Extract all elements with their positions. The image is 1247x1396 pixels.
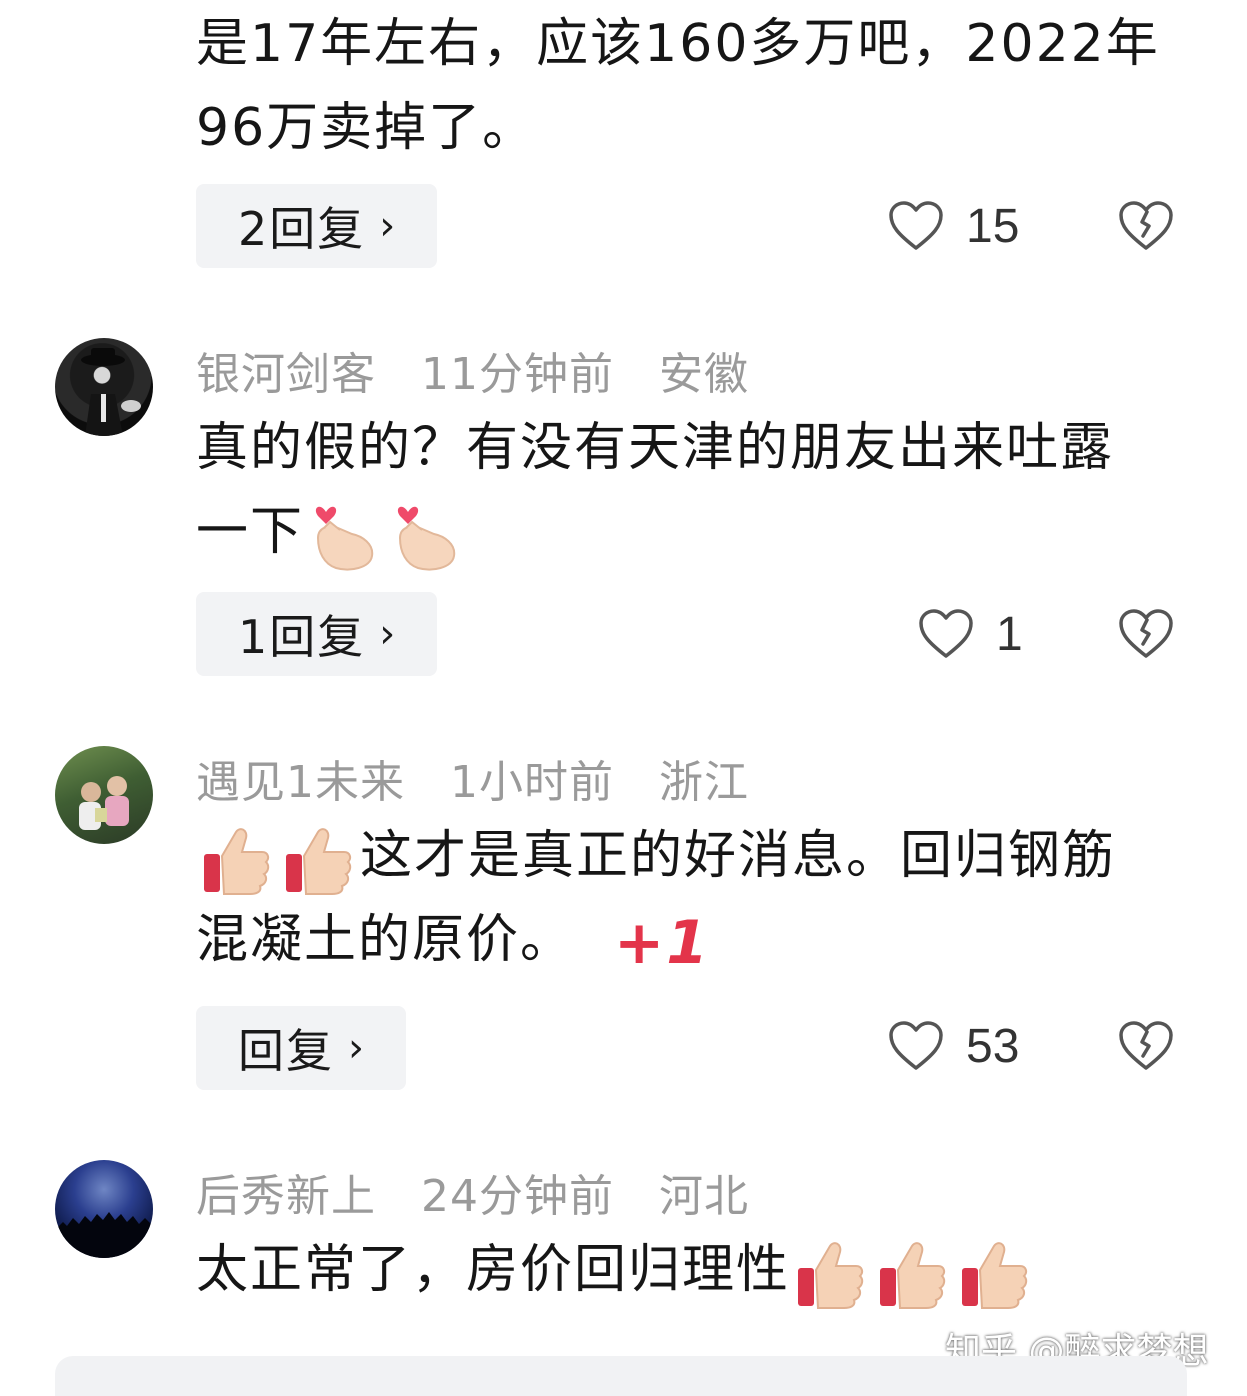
- comment-meta: 银河剑客 11分钟前 安徽: [196, 338, 779, 402]
- chevron-right-icon: ›: [379, 611, 398, 657]
- plus-one-sticker: +1: [614, 908, 711, 978]
- avatar-image: [81, 348, 141, 436]
- like-button[interactable]: 15: [888, 184, 1019, 268]
- location: 浙江: [659, 757, 749, 808]
- avatar[interactable]: [55, 746, 153, 844]
- avatar-image: [55, 1212, 153, 1258]
- like-count: 1: [996, 607, 1023, 661]
- reply-label: 2回复: [238, 202, 366, 256]
- reply-button[interactable]: 回复 ›: [196, 1006, 406, 1090]
- heart-icon: [919, 609, 973, 658]
- comment-text-line: 混凝土的原价。: [196, 910, 575, 970]
- chevron-right-icon: ›: [379, 203, 398, 249]
- reply-label: 回复: [238, 1024, 334, 1078]
- heart-icon: [889, 1021, 943, 1070]
- comment-text: 太正常了，房价回归理性: [196, 1228, 1186, 1312]
- location: 安徽: [659, 349, 749, 400]
- heart-icon: [889, 201, 943, 250]
- thumbs-up-icon: [204, 828, 270, 895]
- like-button[interactable]: 53: [888, 1004, 1019, 1088]
- finger-heart-icon: [315, 506, 374, 571]
- thumbs-up-icon: [798, 1242, 864, 1309]
- comment-text-line: 是17年左右，应该160多万吧，2022年: [196, 14, 1160, 74]
- thumbs-up-icon: [880, 1242, 946, 1309]
- location: 河北: [659, 1171, 749, 1222]
- chevron-right-icon: ›: [348, 1025, 366, 1071]
- reply-button[interactable]: 1回复 ›: [196, 592, 438, 676]
- comment-text-line: 这才是真正的好消息。回归钢筋: [360, 826, 1117, 886]
- comment-text-line: 真的假的？有没有天津的朋友出来吐露: [196, 418, 1115, 478]
- timestamp: 1小时前: [450, 757, 614, 808]
- comment-meta: 后秀新上 24分钟前 河北: [196, 1160, 779, 1224]
- next-comment-preview: [55, 1356, 1187, 1396]
- broken-heart-icon[interactable]: [1118, 1020, 1174, 1072]
- like-count: 53: [966, 1019, 1020, 1073]
- timestamp: 24分钟前: [421, 1171, 614, 1222]
- comment-text-line: 96万卖掉了。: [196, 98, 537, 158]
- comment-text-line: 一下: [196, 502, 305, 562]
- comment-text: 真的假的？有没有天津的朋友出来吐露 一下: [196, 406, 1186, 574]
- comment-text: 这才是真正的好消息。回归钢筋 混凝土的原价。 +1: [196, 814, 1186, 985]
- like-count: 15: [966, 199, 1020, 253]
- broken-heart-icon[interactable]: [1118, 200, 1174, 252]
- reply-button[interactable]: 2回复 ›: [196, 184, 438, 268]
- comment-meta: 遇见1未来 1小时前 浙江: [196, 746, 779, 810]
- avatar-image: [79, 776, 129, 830]
- thumbs-up-icon: [962, 1242, 1028, 1309]
- like-button[interactable]: 1: [918, 592, 1023, 676]
- username[interactable]: 遇见1未来: [196, 757, 405, 808]
- reply-label: 1回复: [238, 610, 366, 664]
- username[interactable]: 后秀新上: [196, 1171, 376, 1222]
- finger-heart-icon: [397, 506, 456, 571]
- username[interactable]: 银河剑客: [196, 349, 376, 400]
- comment-text: 是17年左右，应该160多万吧，2022年 96万卖掉了。: [196, 2, 1186, 170]
- avatar[interactable]: [55, 1160, 153, 1258]
- comment-text-line: 太正常了，房价回归理性: [196, 1240, 791, 1300]
- thumbs-up-icon: [286, 828, 352, 895]
- timestamp: 11分钟前: [421, 349, 614, 400]
- avatar[interactable]: [55, 338, 153, 436]
- broken-heart-icon[interactable]: [1118, 608, 1174, 660]
